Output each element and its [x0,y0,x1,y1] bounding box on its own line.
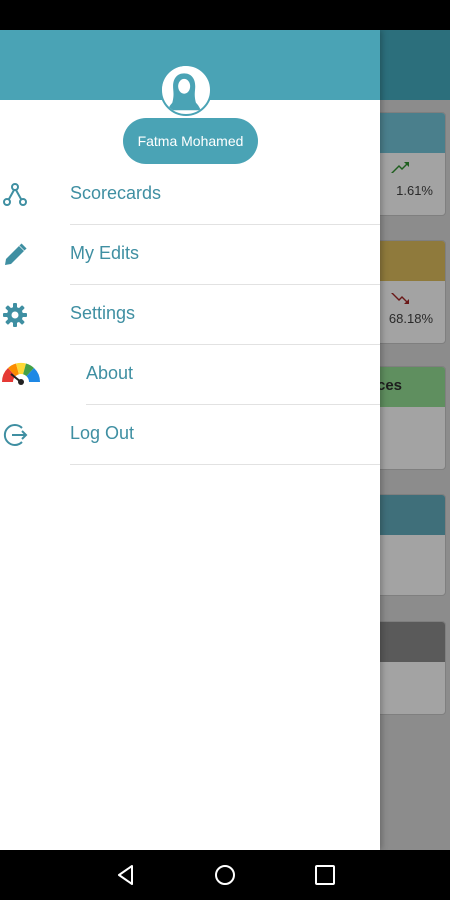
avatar[interactable] [160,64,212,116]
menu-item-label: My Edits [70,243,140,263]
scorecards-icon [3,183,27,206]
menu-item-scorecards[interactable]: Scorecards [0,165,380,225]
menu-item-my-edits[interactable]: My Edits [0,225,380,285]
status-bar [0,0,450,30]
card-band [369,113,445,153]
menu-item-label: Log Out [70,423,135,443]
back-icon[interactable] [113,862,139,888]
trend-down-icon [391,293,409,304]
menu-item-log-out[interactable]: Log Out [0,405,380,465]
logout-icon [3,424,28,446]
user-avatar-icon [162,66,207,111]
card-title: ces [377,377,403,394]
gauge-icon [1,362,41,386]
navigation-drawer: Fatma Mohamed Scorecards My Edits Settin… [0,30,380,850]
user-name-pill[interactable]: Fatma Mohamed [123,118,258,164]
card-band [369,495,445,535]
screen: 1.61% 68.18% ces Fatma Mohamed Scorecard… [0,0,450,900]
home-icon[interactable] [212,862,238,888]
system-navigation-bar [0,850,450,900]
menu-item-label: Scorecards [70,183,162,203]
pencil-icon [5,243,27,265]
menu-item-label: Settings [70,303,136,323]
trend-up-icon [391,162,409,173]
gear-icon [3,303,27,327]
card-band [369,622,445,662]
recents-icon[interactable] [312,862,338,888]
menu-item-about[interactable]: About [0,345,380,405]
menu-item-settings[interactable]: Settings [0,285,380,345]
menu-item-label: About [86,363,134,383]
card-band [369,241,445,281]
divider [70,464,380,465]
